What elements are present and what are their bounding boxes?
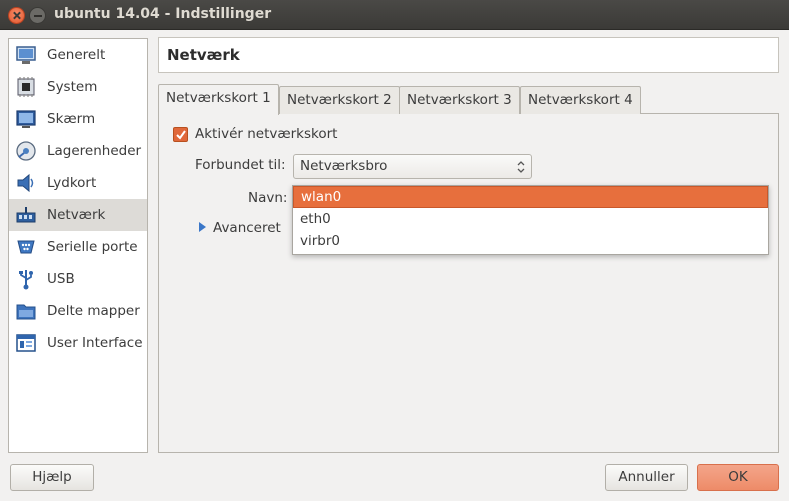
sidebar-item-generelt[interactable]: Generelt (9, 39, 147, 71)
help-button[interactable]: Hjælp (10, 464, 94, 491)
sidebar-item-label: USB (47, 271, 75, 287)
checkmark-icon (176, 130, 186, 140)
dropdown-option-wlan0[interactable]: wlan0 (293, 186, 768, 208)
attached-to-value: Netværksbro (300, 158, 388, 174)
sidebar-item-netvaerk[interactable]: Netværk (9, 199, 147, 231)
folder-icon (15, 300, 37, 322)
window-title: ubuntu 14.04 - Indstillinger (54, 6, 272, 22)
display-icon (15, 108, 37, 130)
settings-sidebar: Generelt System Skærm Lagerenheder Lydko… (8, 38, 148, 453)
cancel-button[interactable]: Annuller (605, 464, 688, 491)
sidebar-item-skaerm[interactable]: Skærm (9, 103, 147, 135)
name-dropdown-list: wlan0 eth0 virbr0 (292, 185, 769, 255)
page-title: Netværk (167, 46, 240, 64)
attached-to-label: Forbundet til: (195, 157, 286, 173)
sidebar-item-label: Skærm (47, 111, 96, 127)
sidebar-item-label: User Interface (47, 335, 143, 351)
page-header: Netværk (158, 37, 779, 73)
speaker-icon (15, 172, 37, 194)
window-minimize-icon[interactable] (29, 7, 46, 24)
ui-window-icon (15, 332, 37, 354)
sidebar-item-label: Generelt (47, 47, 106, 63)
enable-adapter-label[interactable]: Aktivér netværkskort (195, 126, 337, 142)
sidebar-item-label: Serielle porte (47, 239, 138, 255)
sidebar-item-label: Lagerenheder (47, 143, 142, 159)
monitor-icon (15, 44, 37, 66)
tab-adapter-1[interactable]: Netværkskort 1 (158, 84, 279, 115)
sidebar-item-label: Lydkort (47, 175, 97, 191)
usb-icon (15, 268, 37, 290)
dropdown-option-eth0[interactable]: eth0 (293, 209, 768, 231)
window-close-icon[interactable] (8, 7, 25, 24)
expand-triangle-icon[interactable] (199, 222, 206, 232)
sidebar-item-delte-mapper[interactable]: Delte mapper (9, 295, 147, 327)
updown-arrows-icon (517, 161, 525, 173)
sidebar-item-serielle-porte[interactable]: Serielle porte (9, 231, 147, 263)
sidebar-item-lagerenheder[interactable]: Lagerenheder (9, 135, 147, 167)
sidebar-item-user-interface[interactable]: User Interface (9, 327, 147, 359)
chip-icon (15, 76, 37, 98)
enable-adapter-checkbox[interactable] (173, 127, 188, 142)
attached-to-select[interactable]: Netværksbro (293, 154, 532, 179)
disk-icon (15, 140, 37, 162)
sidebar-item-label: Delte mapper (47, 303, 140, 319)
network-icon (15, 204, 37, 226)
ok-button[interactable]: OK (697, 464, 779, 491)
tab-adapter-2[interactable]: Netværkskort 2 (279, 86, 400, 114)
sidebar-item-label: Netværk (47, 207, 106, 223)
serial-port-icon (15, 236, 37, 258)
dropdown-option-virbr0[interactable]: virbr0 (293, 231, 768, 253)
sidebar-item-lydkort[interactable]: Lydkort (9, 167, 147, 199)
sidebar-item-label: System (47, 79, 98, 95)
sidebar-item-usb[interactable]: USB (9, 263, 147, 295)
title-bar: ubuntu 14.04 - Indstillinger (0, 0, 789, 30)
advanced-expander-label[interactable]: Avanceret (213, 220, 281, 236)
tab-adapter-3[interactable]: Netværkskort 3 (399, 86, 520, 114)
name-label: Navn: (248, 190, 288, 206)
tab-adapter-4[interactable]: Netværkskort 4 (520, 86, 641, 114)
sidebar-item-system[interactable]: System (9, 71, 147, 103)
